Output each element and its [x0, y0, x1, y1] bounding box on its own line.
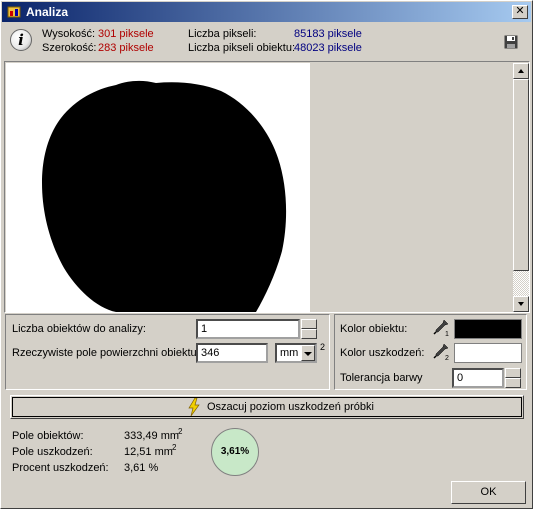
tolerance-spinner[interactable]: [505, 368, 521, 388]
object-pixels-value: 48023 piksele: [294, 42, 362, 54]
pixels-label: Liczba pikseli:: [188, 28, 257, 40]
unit-value: mm: [280, 347, 299, 359]
real-area-input[interactable]: 346: [196, 343, 268, 363]
spin-down-button[interactable]: [505, 378, 521, 388]
estimate-damage-label: Oszacuj poziom uszkodzeń próbki: [207, 401, 374, 413]
tolerance-input[interactable]: 0: [452, 368, 504, 388]
dropper-index-1: 1: [445, 331, 449, 338]
image-panel: [4, 61, 530, 313]
damage-area-label: Pole uszkodzeń:: [12, 446, 93, 458]
window-title: Analiza: [26, 5, 69, 19]
lightning-icon: [188, 398, 200, 416]
unit-dropdown-button[interactable]: [301, 345, 315, 361]
pixels-value: 85183 piksele: [294, 28, 362, 40]
unit-exponent: 2: [320, 342, 326, 352]
spin-up-button[interactable]: [301, 319, 317, 329]
objects-count-spinner[interactable]: [301, 319, 317, 339]
damage-percent-label: Procent uszkodzeń:: [12, 462, 109, 474]
damage-percent-indicator-label: 3,61%: [220, 446, 250, 457]
height-value: 301 piksele: [98, 28, 154, 40]
title-bar: Analiza ✕: [2, 2, 531, 22]
width-label: Szerokość:: [42, 42, 97, 54]
damage-percent-value: 3,61 %: [124, 462, 159, 474]
vertical-scrollbar[interactable]: [513, 63, 529, 312]
save-icon[interactable]: [504, 35, 518, 49]
scroll-down-button[interactable]: [513, 296, 529, 312]
damage-area-value: 12,51 mm: [124, 446, 173, 458]
tolerance-label: Tolerancja barwy: [340, 372, 423, 384]
close-button[interactable]: ✕: [512, 5, 528, 19]
damage-color-swatch[interactable]: [454, 343, 522, 363]
scroll-track[interactable]: [513, 271, 529, 296]
spin-down-button[interactable]: [301, 329, 317, 339]
object-area-label: Pole obiektów:: [12, 430, 84, 442]
tolerance-value: 0: [457, 372, 464, 384]
object-color-label: Kolor obiektu:: [340, 323, 408, 335]
arrow-down-icon: [518, 302, 524, 306]
ok-button[interactable]: OK: [451, 481, 526, 504]
estimate-damage-button[interactable]: Oszacuj poziom uszkodzeń próbki: [10, 395, 524, 419]
image-preview: [6, 63, 310, 312]
damage-color-label: Kolor uszkodzeń:: [340, 347, 425, 359]
chevron-down-icon: [304, 352, 312, 356]
object-area-value: 333,49 mm: [124, 430, 180, 442]
arrow-up-icon: [518, 69, 524, 73]
objects-count-label: Liczba obiektów do analizy:: [12, 323, 146, 335]
object-area-exponent: 2: [178, 427, 183, 436]
close-icon: ✕: [515, 5, 525, 17]
spin-up-button[interactable]: [505, 368, 521, 378]
object-pixels-label: Liczba pikseli obiektu:: [188, 42, 296, 54]
width-value: 283 piksele: [98, 42, 154, 54]
damage-percent-indicator: 3,61%: [211, 428, 259, 476]
scroll-up-button[interactable]: [513, 63, 529, 79]
scroll-thumb[interactable]: [513, 79, 529, 271]
info-icon: i: [10, 29, 32, 51]
real-area-value: 346: [201, 347, 220, 359]
objects-count-input[interactable]: 1: [196, 319, 300, 339]
damage-area-exponent: 2: [172, 443, 177, 452]
object-color-swatch[interactable]: [454, 319, 522, 339]
dropper-index-2: 2: [445, 355, 449, 362]
ok-button-label: OK: [480, 486, 497, 498]
height-label: Wysokość:: [42, 28, 96, 40]
unit-select[interactable]: mm: [275, 343, 317, 363]
real-area-label: Rzeczywiste pole powierzchni obiektu:: [12, 347, 200, 359]
object-silhouette: [42, 80, 287, 312]
analysis-window: Analiza ✕ i Wysokość: 301 piksele Szerok…: [0, 0, 533, 509]
objects-count-value: 1: [201, 323, 208, 335]
app-icon: [7, 6, 21, 18]
